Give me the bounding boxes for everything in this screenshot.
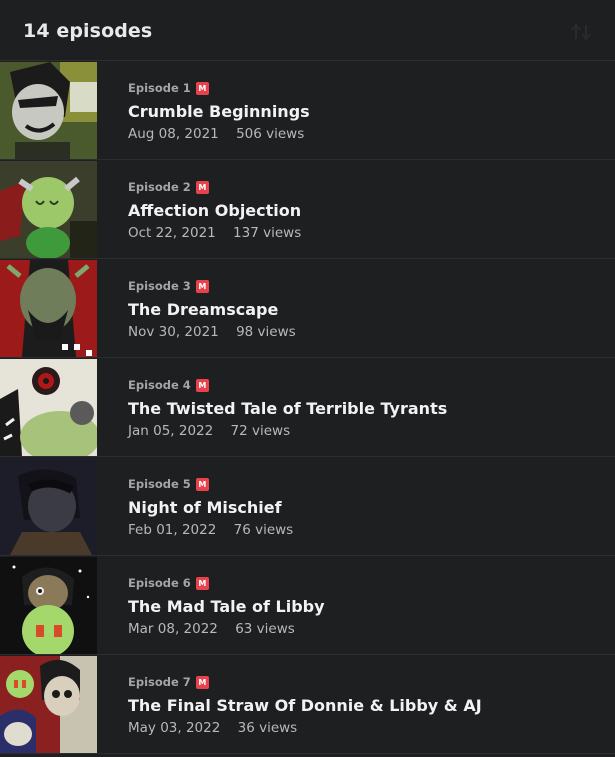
episode-meta: May 03, 2022 36 views xyxy=(128,720,482,736)
episode-thumbnail xyxy=(0,62,97,159)
episode-views: 98 views xyxy=(236,324,296,340)
episode-count-title: 14 episodes xyxy=(23,20,153,42)
episode-thumbnail xyxy=(0,557,97,654)
episode-number: Episode 6 xyxy=(128,576,191,590)
episode-date: Feb 01, 2022 xyxy=(128,522,217,538)
episode-row[interactable]: Episode 1 M Crumble Beginnings Aug 08, 2… xyxy=(0,61,615,160)
mature-badge: M xyxy=(195,477,209,491)
episode-meta: Feb 01, 2022 76 views xyxy=(128,522,293,538)
episode-info: Episode 2 M Affection Objection Oct 22, … xyxy=(128,179,301,241)
episode-views: 72 views xyxy=(230,423,291,439)
episode-number: Episode 1 xyxy=(128,81,191,95)
episode-number: Episode 5 xyxy=(128,477,191,491)
episode-row[interactable]: Episode 5 M Night of Mischief Feb 01, 20… xyxy=(0,457,615,556)
episode-row[interactable]: Episode 7 M The Final Straw Of Donnie & … xyxy=(0,655,615,754)
episode-views: 63 views xyxy=(235,621,295,637)
episode-list-header: 14 episodes xyxy=(0,0,615,61)
mature-badge: M xyxy=(195,576,209,590)
episode-number: Episode 7 xyxy=(128,675,191,689)
episode-thumbnail xyxy=(0,458,97,555)
episode-info: Episode 1 M Crumble Beginnings Aug 08, 2… xyxy=(128,80,310,142)
mature-badge: M xyxy=(195,81,209,95)
mature-badge: M xyxy=(195,378,209,392)
episode-number: Episode 3 xyxy=(128,279,191,293)
episode-title: The Final Straw Of Donnie & Libby & AJ xyxy=(128,696,482,715)
episode-date: Mar 08, 2022 xyxy=(128,621,218,637)
episode-views: 36 views xyxy=(237,720,298,736)
episode-number: Episode 2 xyxy=(128,180,191,194)
episode-info: Episode 4 M The Twisted Tale of Terrible… xyxy=(128,377,447,439)
episode-title: Crumble Beginnings xyxy=(128,102,310,121)
episode-date: Oct 22, 2021 xyxy=(128,225,216,241)
mature-badge: M xyxy=(195,180,209,194)
episode-number: Episode 4 xyxy=(128,378,191,392)
episode-date: Nov 30, 2021 xyxy=(128,324,219,340)
episode-info: Episode 3 M The Dreamscape Nov 30, 2021 … xyxy=(128,278,296,340)
mature-badge: M xyxy=(195,279,209,293)
episode-thumbnail xyxy=(0,161,97,258)
episode-thumbnail xyxy=(0,359,97,456)
episode-row[interactable]: Episode 2 M Affection Objection Oct 22, … xyxy=(0,160,615,259)
episode-row[interactable]: Episode 6 M The Mad Tale of Libby Mar 08… xyxy=(0,556,615,655)
episode-title: The Mad Tale of Libby xyxy=(128,597,325,616)
episode-row[interactable]: Episode 3 M The Dreamscape Nov 30, 2021 … xyxy=(0,259,615,358)
mature-badge: M xyxy=(195,675,209,689)
episode-list: Episode 1 M Crumble Beginnings Aug 08, 2… xyxy=(0,61,615,754)
episode-title: The Twisted Tale of Terrible Tyrants xyxy=(128,399,448,418)
episode-views: 76 views xyxy=(233,522,294,538)
episode-meta: Aug 08, 2021 506 views xyxy=(128,126,310,142)
episode-views: 137 views xyxy=(233,225,302,241)
episode-meta: Oct 22, 2021 137 views xyxy=(128,225,301,241)
episode-meta: Mar 08, 2022 63 views xyxy=(128,621,325,637)
episode-meta: Jan 05, 2022 72 views xyxy=(128,423,447,439)
episode-views: 506 views xyxy=(236,126,305,142)
episode-date: Jan 05, 2022 xyxy=(128,423,214,439)
episode-title: Affection Objection xyxy=(128,201,302,220)
episode-meta: Nov 30, 2021 98 views xyxy=(128,324,296,340)
episode-list-panel: 14 episodes Episode 1 M Crumble Beginnin… xyxy=(0,0,615,757)
episode-title: The Dreamscape xyxy=(128,300,279,319)
sort-arrows-icon[interactable] xyxy=(569,22,593,42)
episode-date: Aug 08, 2021 xyxy=(128,126,219,142)
episode-title: Night of Mischief xyxy=(128,498,282,517)
episode-info: Episode 5 M Night of Mischief Feb 01, 20… xyxy=(128,476,293,538)
episode-date: May 03, 2022 xyxy=(128,720,221,736)
episode-info: Episode 7 M The Final Straw Of Donnie & … xyxy=(128,674,482,736)
episode-row[interactable]: Episode 4 M The Twisted Tale of Terrible… xyxy=(0,358,615,457)
episode-info: Episode 6 M The Mad Tale of Libby Mar 08… xyxy=(128,575,325,637)
episode-thumbnail xyxy=(0,656,97,753)
episode-thumbnail xyxy=(0,260,97,357)
